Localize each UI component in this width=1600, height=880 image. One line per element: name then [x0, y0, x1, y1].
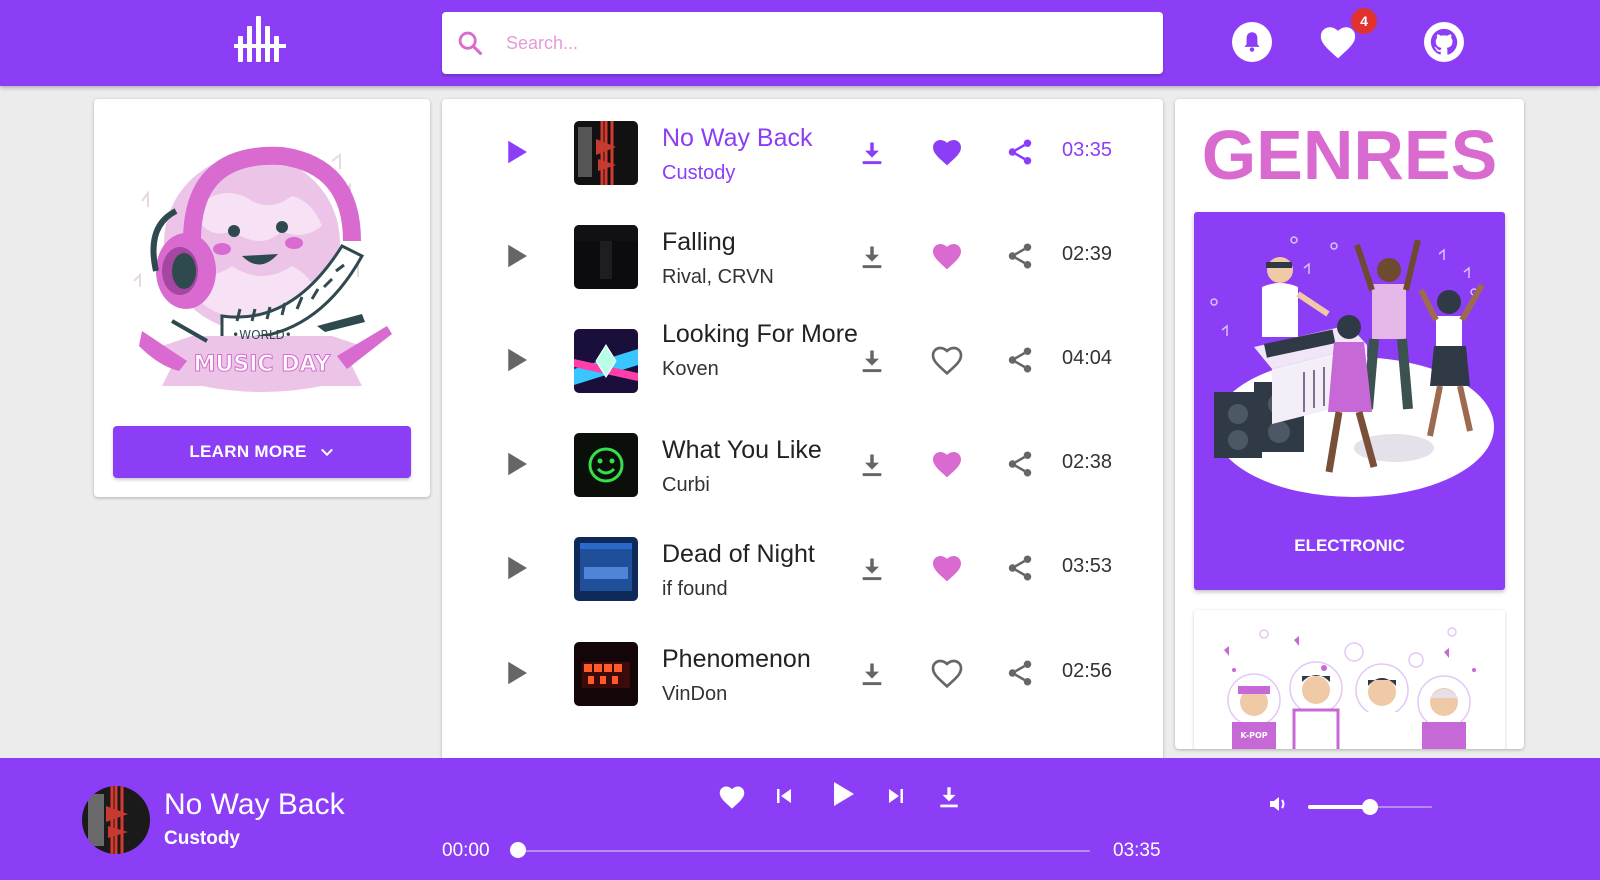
track-artist[interactable]: Curbi	[662, 470, 862, 500]
share-icon[interactable]	[1005, 241, 1035, 271]
genres-title: GENRES	[1201, 116, 1498, 194]
track-row[interactable]: No Way Back Custody 03:35	[442, 99, 1163, 205]
genre-label-electronic: ELECTRONIC	[1294, 536, 1405, 555]
track-duration: 02:38	[1062, 451, 1113, 473]
progress-track[interactable]	[518, 850, 1090, 852]
app-header: 4	[0, 0, 1600, 86]
volume-knob[interactable]	[1362, 799, 1378, 815]
github-icon	[1430, 28, 1458, 55]
track-title[interactable]: Looking For More	[662, 315, 862, 354]
track-artist[interactable]: VinDon	[662, 679, 862, 709]
heart-filled-icon[interactable]	[931, 553, 963, 583]
play-track-icon[interactable]	[502, 449, 532, 479]
volume-icon[interactable]	[1266, 792, 1290, 816]
download-icon[interactable]	[936, 784, 962, 810]
volume-fill	[1308, 805, 1370, 809]
heart-filled-icon[interactable]	[931, 241, 963, 271]
now-playing-title: No Way Back	[164, 788, 345, 821]
play-track-icon[interactable]	[502, 137, 532, 167]
learn-more-label: LEARN MORE	[189, 442, 307, 461]
track-duration: 02:56	[1062, 660, 1113, 682]
world-music-day-illustration: •WORLD• MUSIC DAY	[133, 146, 392, 392]
track-cover	[574, 121, 638, 185]
track-title[interactable]: What You Like	[662, 431, 862, 470]
notifications-button[interactable]	[1232, 22, 1272, 62]
heart-icon	[1320, 27, 1356, 59]
svg-text:K-POP: K-POP	[1240, 731, 1267, 740]
search-bar	[442, 12, 1163, 74]
svg-text:MUSIC DAY: MUSIC DAY	[194, 352, 332, 377]
track-duration: 02:39	[1062, 243, 1113, 265]
track-row[interactable]: Phenomenon VinDon 02:56	[442, 620, 1163, 726]
track-duration: 04:04	[1062, 347, 1113, 369]
search-icon	[458, 31, 483, 56]
share-icon[interactable]	[1005, 658, 1035, 688]
track-title[interactable]: Phenomenon	[662, 640, 862, 679]
equalizer-bars-icon[interactable]	[234, 14, 290, 66]
favorites-button[interactable]	[1318, 22, 1358, 62]
heart-filled-icon[interactable]	[931, 449, 963, 479]
genres-panel: GENRES ELECTRONIC K-POP	[1175, 99, 1524, 749]
promo-card: •WORLD• MUSIC DAY LEARN MORE	[94, 99, 430, 497]
github-button[interactable]	[1424, 22, 1464, 62]
share-icon[interactable]	[1005, 449, 1035, 479]
track-row[interactable]: Looking For More Koven 04:04	[442, 307, 1163, 413]
track-title[interactable]: No Way Back	[662, 119, 862, 158]
progress-knob[interactable]	[510, 842, 526, 858]
share-icon[interactable]	[1005, 137, 1035, 167]
download-icon[interactable]	[858, 139, 886, 167]
track-artist[interactable]: if found	[662, 574, 862, 604]
track-duration: 03:53	[1062, 555, 1113, 577]
search-input[interactable]	[506, 32, 1106, 54]
track-cover	[574, 537, 638, 601]
current-time: 00:00	[442, 840, 490, 861]
track-artist[interactable]: Koven	[662, 354, 862, 384]
previous-track-icon[interactable]	[772, 784, 796, 808]
track-duration: 03:35	[1062, 139, 1113, 161]
svg-text:•WORLD•: •WORLD•	[232, 328, 292, 342]
track-cover	[574, 642, 638, 706]
download-icon[interactable]	[858, 243, 886, 271]
download-icon[interactable]	[858, 451, 886, 479]
bell-icon	[1244, 32, 1260, 52]
share-icon[interactable]	[1005, 553, 1035, 583]
now-playing-cover	[82, 786, 150, 854]
track-list: No Way Back Custody 03:35 Falling Rival, CRV…	[442, 99, 1163, 759]
track-artist[interactable]: Rival, CRVN	[662, 262, 862, 292]
heart-outline-icon[interactable]	[931, 345, 963, 375]
play-track-icon[interactable]	[502, 658, 532, 688]
track-title[interactable]: Dead of Night	[662, 535, 862, 574]
track-cover	[574, 329, 638, 393]
heart-filled-icon[interactable]	[931, 137, 963, 167]
track-row[interactable]: What You Like Curbi 02:38	[442, 411, 1163, 517]
track-title[interactable]: Falling	[662, 223, 862, 262]
track-row[interactable]: Dead of Night if found 03:53	[442, 515, 1163, 621]
like-heart-icon[interactable]	[718, 784, 746, 810]
total-time: 03:35	[1113, 840, 1161, 861]
learn-more-button[interactable]: LEARN MORE	[113, 426, 411, 478]
download-icon[interactable]	[858, 555, 886, 583]
download-icon[interactable]	[858, 660, 886, 688]
dj-party-illustration	[1210, 236, 1494, 497]
play-track-icon[interactable]	[502, 345, 532, 375]
genre-tile-electronic[interactable]: ELECTRONIC	[1194, 212, 1505, 590]
play-icon[interactable]	[826, 778, 858, 810]
play-track-icon[interactable]	[502, 241, 532, 271]
next-track-icon[interactable]	[884, 784, 908, 808]
track-artist[interactable]: Custody	[662, 158, 862, 188]
track-cover	[574, 433, 638, 497]
now-playing-artist: Custody	[164, 828, 240, 849]
player-bar: No Way Back Custody 00:00 03:35	[0, 758, 1600, 880]
genre-tile-kpop[interactable]: K-POP	[1194, 610, 1505, 749]
kpop-illustration: K-POP	[1224, 627, 1476, 749]
track-row[interactable]: Falling Rival, CRVN 02:39	[442, 203, 1163, 309]
play-track-icon[interactable]	[502, 553, 532, 583]
favorites-count-badge: 4	[1351, 8, 1377, 34]
heart-outline-icon[interactable]	[931, 658, 963, 688]
share-icon[interactable]	[1005, 345, 1035, 375]
download-icon[interactable]	[858, 347, 886, 375]
track-cover	[574, 225, 638, 289]
chevron-down-icon	[320, 449, 333, 457]
